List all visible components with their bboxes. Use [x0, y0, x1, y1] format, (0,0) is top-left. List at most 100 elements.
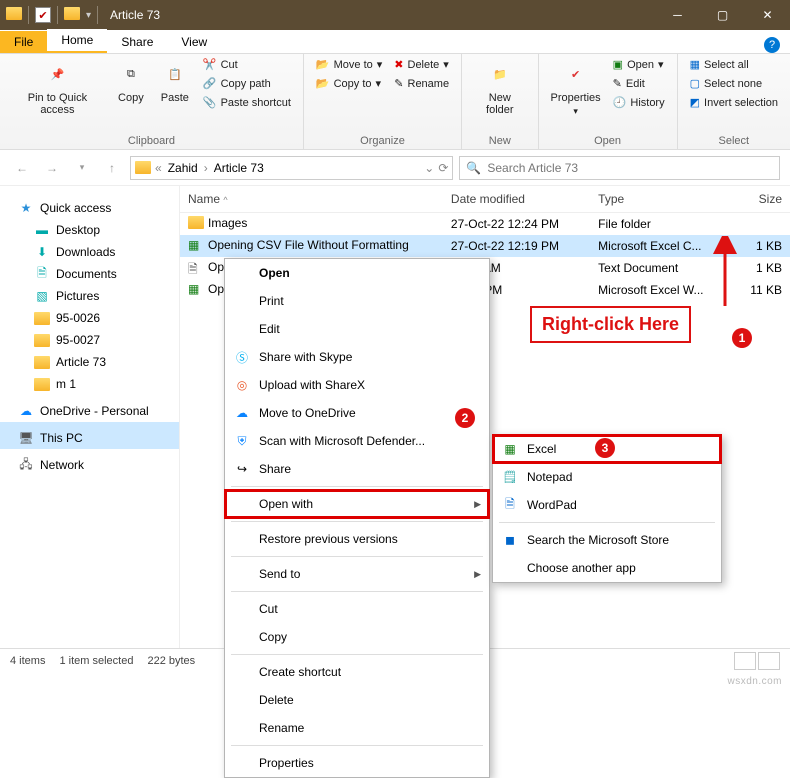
table-row[interactable]: Images 27-Oct-22 12:24 PMFile folder [180, 213, 790, 236]
ctx-open-with[interactable]: Open with [225, 490, 489, 518]
onedrive-icon: ☁ [18, 403, 34, 419]
breadcrumb[interactable]: « Zahid › Article 73 ⌄ ⟳ [130, 156, 453, 180]
checkbox-icon[interactable]: ✔ [35, 7, 51, 23]
submenu-store[interactable]: ◼Search the Microsoft Store [493, 526, 721, 554]
delete-button[interactable]: ✖Delete ▾ [392, 56, 451, 73]
shortcut-icon: 📎 [203, 96, 217, 109]
new-folder-icon: 📁 [484, 58, 516, 90]
open-button[interactable]: ▣Open ▾ [611, 56, 667, 73]
nav-folder[interactable]: m 1 [0, 373, 179, 395]
cut-icon: ✂️ [203, 58, 217, 71]
copyto-icon: 📂 [316, 77, 330, 90]
nav-pane[interactable]: ★Quick access ▬Desktop ⬇Downloads 🗎Docum… [0, 186, 180, 648]
view-details-button[interactable] [734, 652, 756, 670]
nav-this-pc[interactable]: 🖥This PC [0, 422, 179, 449]
nav-quick-access[interactable]: ★Quick access [0, 192, 179, 219]
status-bytes: 222 bytes [147, 655, 195, 667]
documents-icon: 🗎 [34, 266, 50, 282]
help-icon[interactable]: ? [764, 37, 780, 53]
history-button[interactable]: 🕘History [611, 94, 667, 111]
tab-home[interactable]: Home [47, 29, 107, 53]
group-label: New [472, 135, 527, 149]
col-name[interactable]: Name ^ [180, 186, 443, 213]
ctx-send-to[interactable]: Send to [225, 560, 489, 588]
skype-icon: Ⓢ [233, 348, 251, 366]
nav-folder[interactable]: 95-0027 [0, 329, 179, 351]
pictures-icon: ▧ [34, 288, 50, 304]
forward-button[interactable]: → [40, 156, 64, 180]
file-list[interactable]: Name ^ Date modified Type Size Images 27… [180, 186, 790, 648]
chevron-down-icon[interactable]: ⌄ [424, 161, 434, 175]
cut-button[interactable]: ✂️Cut [201, 56, 293, 73]
new-folder-button[interactable]: 📁New folder [472, 56, 527, 118]
ctx-edit[interactable]: Edit [225, 315, 489, 343]
ctx-copy[interactable]: Copy [225, 623, 489, 651]
copy-button[interactable]: ⧉Copy [113, 56, 149, 106]
pin-quickaccess-button[interactable]: 📌 Pin to Quick access [10, 56, 105, 118]
ctx-sharex[interactable]: ◎Upload with ShareX [225, 371, 489, 399]
move-to-button[interactable]: 📂Move to ▾ [314, 56, 384, 73]
nav-desktop[interactable]: ▬Desktop [0, 219, 179, 241]
table-row[interactable]: ▦Opening CSV File Without Formatting 27-… [180, 235, 790, 257]
address-bar: ← → ▾ ↑ « Zahid › Article 73 ⌄ ⟳ 🔍 Searc… [0, 150, 790, 186]
ctx-delete[interactable]: Delete [225, 686, 489, 714]
back-button[interactable]: ← [10, 156, 34, 180]
view-large-button[interactable] [758, 652, 780, 670]
nav-downloads[interactable]: ⬇Downloads [0, 241, 179, 263]
ctx-defender[interactable]: ⛨Scan with Microsoft Defender... [225, 427, 489, 455]
refresh-icon[interactable]: ⟳ [438, 161, 448, 175]
ctx-share[interactable]: ↪Share [225, 455, 489, 483]
nav-folder[interactable]: 95-0026 [0, 307, 179, 329]
col-date[interactable]: Date modified [443, 186, 590, 213]
nav-documents[interactable]: 🗎Documents [0, 263, 179, 285]
col-type[interactable]: Type [590, 186, 727, 213]
ctx-cut[interactable]: Cut [225, 595, 489, 623]
nav-pictures[interactable]: ▧Pictures [0, 285, 179, 307]
nav-folder[interactable]: Article 73 [0, 351, 179, 373]
share-icon: ↪ [233, 460, 251, 478]
search-input[interactable]: 🔍 Search Article 73 [459, 156, 780, 180]
rename-button[interactable]: ✎Rename [392, 75, 451, 92]
maximize-button[interactable]: ▢ [700, 0, 745, 30]
qat-dropdown-icon[interactable]: ▾ [86, 10, 91, 21]
nav-network[interactable]: 🖧Network [0, 449, 179, 476]
ctx-skype[interactable]: ⓈShare with Skype [225, 343, 489, 371]
properties-button[interactable]: ✔Properties▾ [549, 56, 603, 119]
submenu-choose[interactable]: Choose another app [493, 554, 721, 582]
ctx-rename[interactable]: Rename [225, 714, 489, 742]
up-button[interactable]: ↑ [100, 156, 124, 180]
store-icon: ◼ [501, 531, 519, 549]
tab-share[interactable]: Share [107, 31, 167, 53]
tab-view[interactable]: View [167, 31, 221, 53]
submenu-notepad[interactable]: 🗒Notepad [493, 463, 721, 491]
paste-shortcut-button[interactable]: 📎Paste shortcut [201, 94, 293, 111]
recent-button[interactable]: ▾ [70, 156, 94, 180]
copy-path-button[interactable]: 🔗Copy path [201, 75, 293, 92]
ctx-onedrive[interactable]: ☁Move to OneDrive [225, 399, 489, 427]
ctx-properties[interactable]: Properties [225, 749, 489, 777]
submenu-wordpad[interactable]: 🗎WordPad [493, 491, 721, 519]
invert-selection-button[interactable]: ◩Invert selection [688, 94, 780, 111]
breadcrumb-seg[interactable]: Zahid [166, 161, 200, 175]
ctx-shortcut[interactable]: Create shortcut [225, 658, 489, 686]
edit-icon: ✎ [613, 77, 622, 90]
ctx-restore[interactable]: Restore previous versions [225, 525, 489, 553]
folder-icon [135, 161, 151, 174]
history-icon: 🕘 [613, 96, 627, 109]
edit-button[interactable]: ✎Edit [611, 75, 667, 92]
ribbon: 📌 Pin to Quick access ⧉Copy 📋Paste ✂️Cut… [0, 54, 790, 150]
search-placeholder: Search Article 73 [487, 161, 578, 175]
ctx-open[interactable]: Open [225, 259, 489, 287]
col-size[interactable]: Size [727, 186, 790, 213]
select-all-button[interactable]: ▦Select all [688, 56, 780, 73]
minimize-button[interactable]: ─ [655, 0, 700, 30]
close-button[interactable]: ✕ [745, 0, 790, 30]
status-selected: 1 item selected [59, 655, 133, 667]
paste-button[interactable]: 📋Paste [157, 56, 193, 106]
copy-to-button[interactable]: 📂Copy to ▾ [314, 75, 384, 92]
ctx-print[interactable]: Print [225, 287, 489, 315]
tab-file[interactable]: File [0, 31, 47, 53]
nav-onedrive[interactable]: ☁OneDrive - Personal [0, 395, 179, 422]
breadcrumb-seg[interactable]: Article 73 [212, 161, 266, 175]
select-none-button[interactable]: ▢Select none [688, 75, 780, 92]
